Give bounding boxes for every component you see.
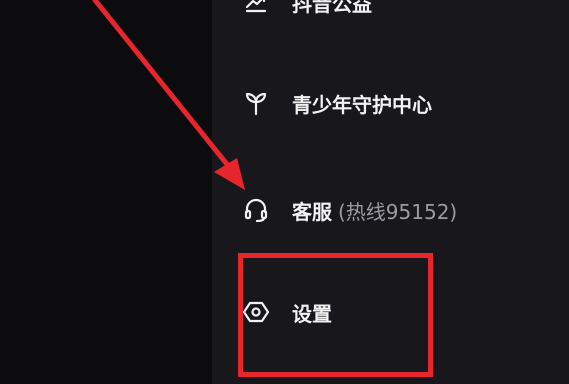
headset-icon <box>242 196 270 224</box>
screen: 抖音公益 青少年守护中心 客服 (热线95152) 设置 <box>0 0 569 384</box>
menu-item-label: 设置 <box>292 301 332 326</box>
menu-item-settings[interactable]: 设置 <box>242 292 332 332</box>
menu-item-charity[interactable]: 抖音公益 <box>242 0 372 22</box>
hexagon-settings-icon <box>242 298 270 326</box>
sprout-icon <box>242 89 270 117</box>
menu-item-label: 抖音公益 <box>292 0 372 16</box>
menu-item-label: 青少年守护中心 <box>292 92 432 117</box>
hotline-text: (热线95152) <box>338 199 458 224</box>
side-menu-panel: 抖音公益 青少年守护中心 客服 (热线95152) 设置 <box>212 0 569 384</box>
charity-icon <box>242 0 270 16</box>
menu-item-customer-service[interactable]: 客服 (热线95152) <box>242 190 457 230</box>
menu-item-label: 客服 <box>292 199 332 224</box>
dimmed-background[interactable] <box>0 0 212 384</box>
menu-item-youth-protection[interactable]: 青少年守护中心 <box>242 83 432 123</box>
